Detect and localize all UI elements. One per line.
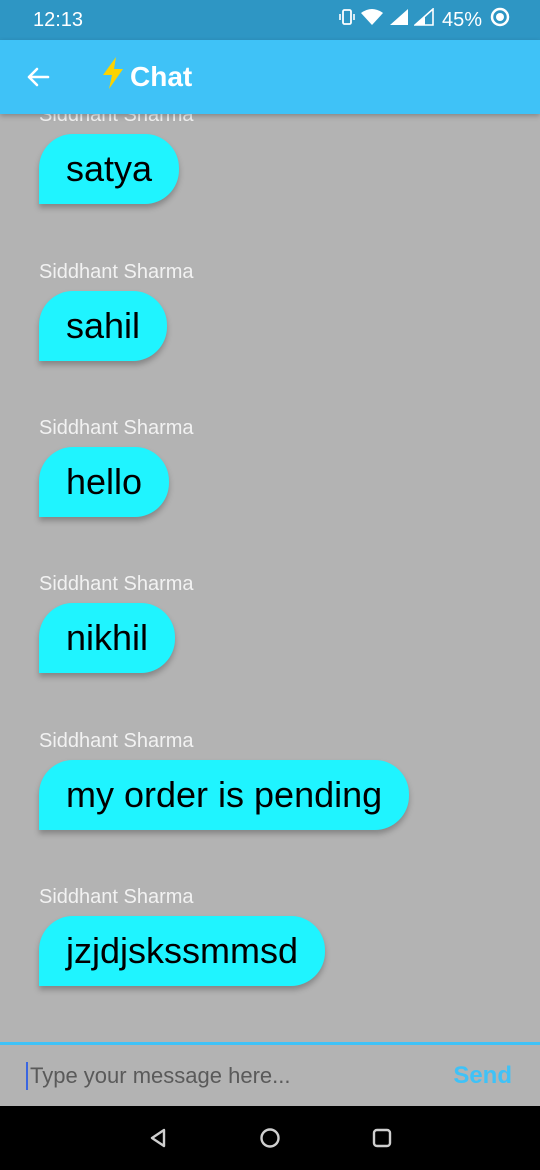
lightning-icon [100, 56, 126, 98]
message-bubble[interactable]: jzjdjskssmmsd [39, 916, 326, 986]
message-list[interactable]: Siddhant Sharma satya Siddhant Sharma sa… [0, 114, 540, 1042]
system-nav-bar [0, 1106, 540, 1170]
message-bubble[interactable]: satya [39, 134, 180, 204]
message-sender: Siddhant Sharma [39, 730, 194, 752]
message-sender: Siddhant Sharma [39, 114, 194, 126]
status-time: 12:13 [33, 8, 84, 31]
signal-icon [412, 7, 434, 32]
message-sender: Siddhant Sharma [39, 886, 194, 908]
battery-icon [490, 7, 510, 33]
message-sender: Siddhant Sharma [39, 573, 194, 595]
message-item: Siddhant Sharma jzjdjskssmmsd [39, 885, 326, 986]
message-item: Siddhant Sharma my order is pending [39, 729, 410, 830]
message-item: Siddhant Sharma nikhil [39, 572, 194, 673]
message-sender: Siddhant Sharma [39, 417, 194, 439]
message-item: Siddhant Sharma satya [39, 114, 194, 204]
wifi-icon [360, 8, 384, 32]
message-item: Siddhant Sharma sahil [39, 260, 194, 361]
back-arrow-icon [27, 67, 50, 87]
status-right: 45% [339, 7, 510, 33]
message-sender: Siddhant Sharma [39, 261, 194, 283]
message-bubble[interactable]: nikhil [39, 603, 176, 673]
nav-back-icon [150, 1128, 166, 1148]
nav-back-button[interactable] [142, 1122, 174, 1154]
title-wrap: Chat [100, 56, 192, 98]
status-bar: 12:13 45% [0, 0, 540, 40]
nav-home-button[interactable] [254, 1122, 286, 1154]
message-input[interactable] [26, 1061, 454, 1090]
back-button[interactable] [24, 63, 52, 91]
send-button[interactable]: Send [453, 1062, 512, 1090]
message-bubble[interactable]: sahil [39, 291, 168, 361]
nav-home-icon [260, 1128, 280, 1148]
page-title: Chat [130, 61, 193, 92]
battery-text: 45% [441, 8, 482, 31]
signal-icon [389, 8, 409, 32]
composer-bar: Send [0, 1042, 540, 1106]
message-bubble[interactable]: hello [39, 447, 170, 517]
message-bubble[interactable]: my order is pending [39, 760, 410, 830]
message-item: Siddhant Sharma hello [39, 416, 194, 517]
app-bar: Chat [0, 40, 540, 114]
nav-recents-button[interactable] [366, 1122, 398, 1154]
nav-recents-icon [372, 1128, 392, 1148]
vibrate-icon [339, 8, 355, 32]
status-icons [339, 7, 434, 32]
